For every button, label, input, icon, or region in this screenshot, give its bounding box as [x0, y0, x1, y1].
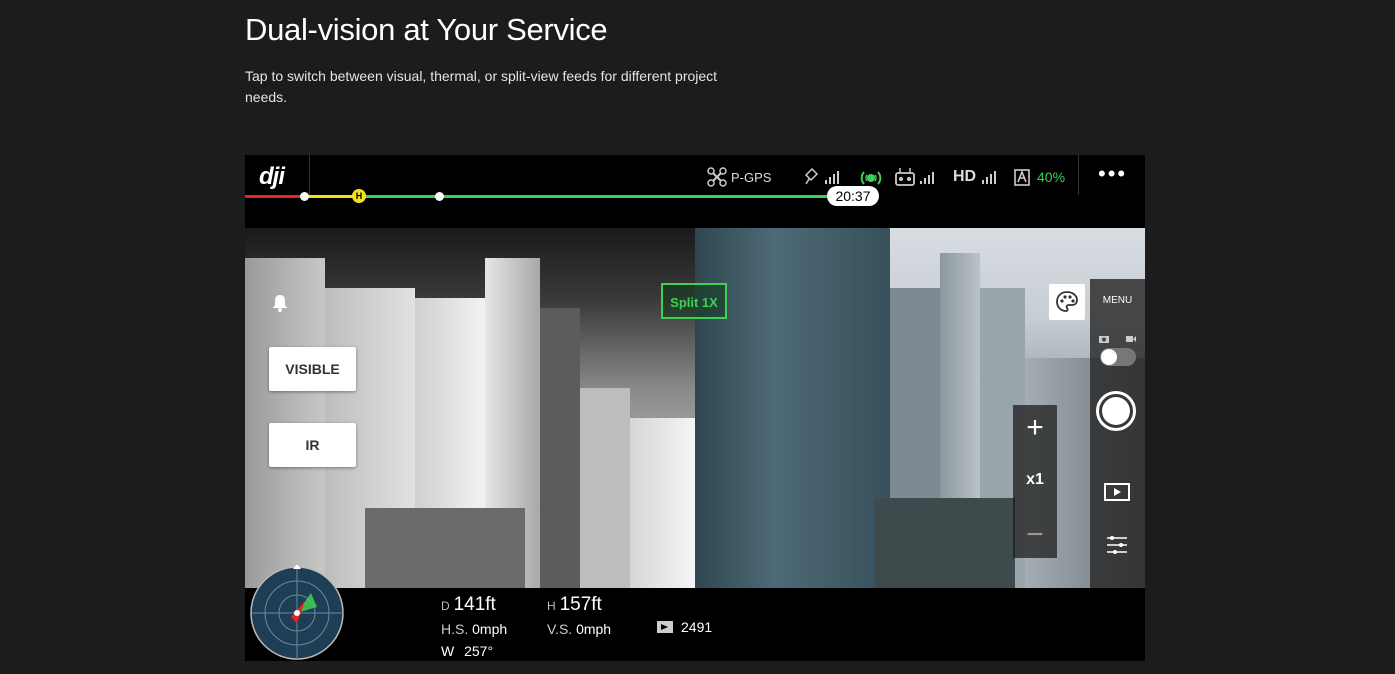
camera-menu-button[interactable]: MENU — [1090, 279, 1145, 321]
height-readout: H 157ft — [547, 594, 602, 616]
top-status-bar: dji P-GPS HD 40% ••• H 20:37 — [245, 155, 1145, 228]
telemetry-bar: D 141ft H 157ft H.S. 0mph V.S. 0mph W 25… — [245, 565, 1145, 661]
height-label: H — [547, 599, 556, 613]
gps-mode-status[interactable]: P-GPS — [707, 167, 771, 187]
hd-label: HD — [953, 168, 977, 185]
zoom-out-button[interactable]: − — [1013, 515, 1057, 555]
signal-bars-icon — [982, 171, 997, 184]
thermal-feed — [245, 228, 695, 588]
camera-feed[interactable]: Split 1X VISIBLE IR + x1 − — [245, 228, 1145, 588]
gps-mode-label: P-GPS — [731, 169, 772, 185]
horizontal-speed-value: 0mph — [472, 621, 508, 637]
vertical-speed-label: V.S. — [547, 621, 573, 637]
remote-signal[interactable] — [895, 167, 937, 187]
shutter-button[interactable] — [1096, 391, 1136, 431]
zoom-in-button[interactable]: + — [1013, 405, 1057, 451]
palette-icon — [1056, 291, 1078, 312]
battery-critical-segment — [245, 195, 301, 198]
page-description: Tap to switch between visual, thermal, o… — [245, 68, 718, 105]
wind-readout: W 257° — [441, 643, 493, 659]
flight-time-remaining: 20:37 — [827, 186, 879, 206]
height-value: 157ft — [559, 594, 602, 615]
page-title: Dual-vision at Your Service — [245, 12, 608, 47]
satellite-icon — [804, 167, 839, 185]
notification-bell-icon[interactable] — [271, 293, 289, 313]
current-position-marker — [435, 192, 444, 201]
zoom-level: x1 — [1026, 471, 1044, 488]
battery-icon — [1014, 169, 1030, 186]
horizontal-speed-readout: H.S. 0mph — [441, 621, 507, 637]
divider — [309, 155, 310, 195]
attitude-radar[interactable] — [249, 565, 345, 661]
wind-value: 257° — [464, 643, 494, 659]
zoom-control: + x1 − — [1013, 405, 1057, 558]
battery-status[interactable]: 40% — [1013, 167, 1065, 187]
app-screenshot: dji P-GPS HD 40% ••• H 20:37 Split 1X VI… — [245, 155, 1145, 661]
divider — [1078, 155, 1079, 195]
photo-mode-icon — [1099, 336, 1109, 343]
playback-icon[interactable] — [1104, 483, 1130, 501]
drone-icon — [707, 167, 727, 187]
video-mode-icon — [1126, 336, 1136, 342]
distance-value: 141ft — [453, 594, 496, 615]
photo-storage-icon — [657, 621, 673, 633]
battery-percent: 40% — [1037, 169, 1066, 185]
camera-settings-icon[interactable] — [1106, 535, 1128, 555]
split-view-label[interactable]: Split 1X — [661, 283, 727, 319]
home-marker: H — [352, 189, 366, 203]
dji-logo: dji — [259, 163, 285, 190]
video-link-signal[interactable]: HD — [953, 167, 1000, 187]
ir-mode-button[interactable]: IR — [269, 423, 356, 467]
distance-readout: D 141ft — [441, 594, 496, 616]
distance-label: D — [441, 599, 450, 613]
photo-count-value: 2491 — [681, 619, 713, 635]
photo-video-toggle[interactable] — [1100, 348, 1136, 366]
photo-count-readout: 2491 — [657, 619, 712, 635]
vertical-speed-readout: V.S. 0mph — [547, 621, 611, 637]
color-palette-button[interactable] — [1049, 284, 1085, 320]
horizontal-speed-label: H.S. — [441, 621, 469, 637]
camera-control-panel: MENU — [1090, 279, 1145, 588]
satellite-signal[interactable] — [803, 167, 843, 187]
battery-remaining-segment — [361, 195, 831, 198]
remote-controller-icon — [895, 168, 934, 186]
vertical-speed-value: 0mph — [576, 621, 612, 637]
visible-feed — [695, 228, 1145, 588]
wind-label: W — [441, 643, 455, 659]
landing-threshold-marker — [300, 192, 309, 201]
more-options-icon[interactable]: ••• — [1098, 161, 1127, 187]
visible-mode-button[interactable]: VISIBLE — [269, 347, 356, 391]
